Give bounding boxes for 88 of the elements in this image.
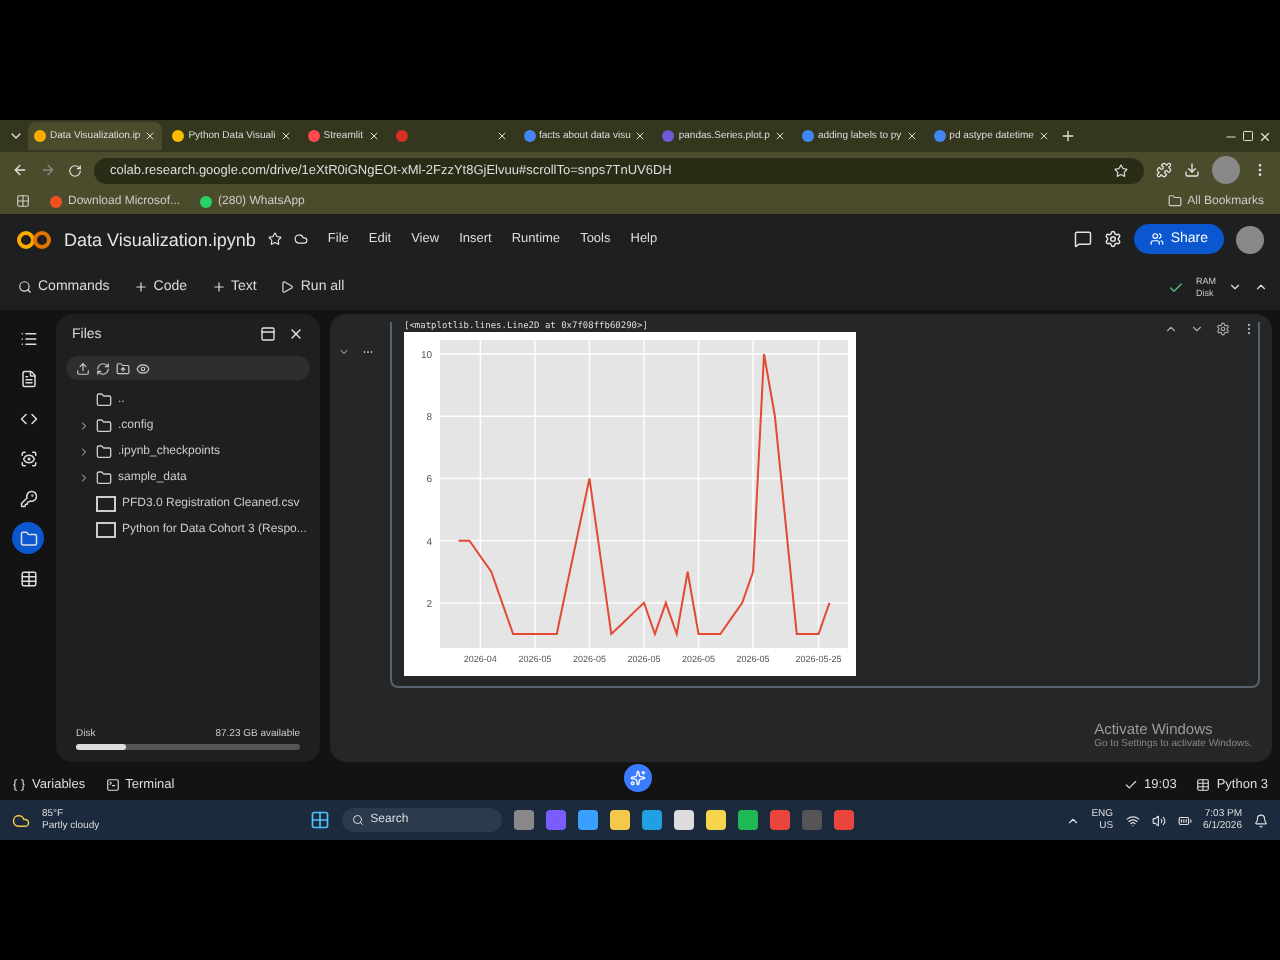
folder-icon bbox=[19, 529, 37, 547]
battery-icon[interactable] bbox=[1177, 813, 1192, 827]
profile-avatar[interactable] bbox=[1212, 156, 1240, 184]
close-icon[interactable] bbox=[495, 130, 507, 142]
search-icon bbox=[352, 814, 365, 826]
sparkle-icon bbox=[630, 770, 646, 786]
favicon-icon bbox=[933, 130, 946, 142]
refresh-icon[interactable] bbox=[96, 361, 110, 375]
move-up-icon[interactable] bbox=[1164, 322, 1178, 336]
plus-icon bbox=[211, 280, 226, 294]
check-icon bbox=[1124, 778, 1139, 792]
taskbar-app-icon[interactable] bbox=[706, 810, 727, 830]
settings-icon[interactable] bbox=[1216, 322, 1230, 336]
expand-icon[interactable] bbox=[78, 445, 90, 457]
collapse-icon[interactable] bbox=[1254, 280, 1268, 294]
wifi-icon[interactable] bbox=[1125, 813, 1140, 827]
taskbar-app-icon[interactable] bbox=[738, 810, 759, 830]
folder-icon bbox=[96, 417, 112, 433]
sidebar-button[interactable] bbox=[12, 522, 44, 554]
window-icon[interactable] bbox=[260, 326, 276, 342]
logo-icon bbox=[16, 229, 52, 249]
star-icon[interactable] bbox=[267, 232, 282, 246]
folder-icon[interactable] bbox=[116, 361, 130, 375]
folder-icon bbox=[96, 391, 112, 407]
favicon-icon bbox=[200, 195, 213, 207]
comment-icon[interactable] bbox=[1074, 230, 1093, 248]
close-icon[interactable] bbox=[905, 130, 918, 142]
apps-icon[interactable] bbox=[16, 194, 30, 208]
profile-avatar[interactable] bbox=[1236, 225, 1264, 253]
favicon-icon bbox=[395, 130, 407, 142]
back-icon[interactable] bbox=[12, 162, 28, 178]
start-icon[interactable] bbox=[310, 810, 331, 830]
dropdown-icon[interactable] bbox=[1228, 280, 1242, 294]
notebook-title[interactable]: Data Visualization.ipynb bbox=[64, 229, 256, 249]
folder-icon bbox=[1167, 194, 1182, 208]
braces-icon bbox=[12, 778, 26, 792]
reload-icon[interactable] bbox=[68, 163, 82, 177]
runtime-icon bbox=[1196, 778, 1211, 792]
new-tab-icon[interactable] bbox=[1059, 128, 1076, 144]
expand-icon[interactable] bbox=[78, 471, 90, 483]
favicon-icon bbox=[662, 130, 675, 142]
volume-icon[interactable] bbox=[1151, 813, 1166, 827]
taskbar-app-icon[interactable] bbox=[642, 810, 663, 830]
favicon-icon bbox=[801, 130, 814, 142]
table-icon bbox=[19, 569, 37, 587]
tray-icon[interactable] bbox=[1065, 813, 1080, 827]
download-icon[interactable] bbox=[1184, 162, 1200, 178]
code-icon bbox=[19, 409, 37, 427]
favicon-icon bbox=[50, 195, 62, 207]
close-icon[interactable] bbox=[144, 130, 157, 142]
favicon-icon bbox=[523, 130, 535, 142]
close-icon[interactable] bbox=[279, 130, 292, 142]
play-icon bbox=[280, 280, 295, 294]
expand-icon[interactable] bbox=[78, 419, 90, 431]
favicon-icon bbox=[307, 130, 320, 142]
list-icon bbox=[19, 329, 37, 347]
close-icon[interactable] bbox=[1258, 129, 1272, 143]
notification-icon[interactable] bbox=[1254, 813, 1268, 827]
people-icon bbox=[1150, 232, 1165, 246]
folder-icon bbox=[96, 469, 112, 485]
close-icon[interactable] bbox=[634, 130, 647, 142]
close-icon[interactable] bbox=[773, 130, 786, 142]
maximize-icon[interactable] bbox=[1242, 130, 1254, 142]
sparkle-button[interactable] bbox=[624, 764, 652, 792]
eye-icon bbox=[19, 449, 37, 467]
move-down-icon[interactable] bbox=[1190, 322, 1204, 336]
close-icon[interactable] bbox=[367, 130, 379, 142]
cloud-icon bbox=[293, 232, 308, 246]
taskbar-app-icon[interactable] bbox=[578, 810, 599, 830]
document-icon bbox=[19, 369, 37, 387]
taskbar-app-icon[interactable] bbox=[674, 810, 695, 830]
favicon-icon bbox=[172, 130, 185, 142]
terminal-icon bbox=[105, 778, 120, 792]
extensions-icon[interactable] bbox=[1156, 162, 1172, 178]
check-icon bbox=[1168, 279, 1184, 295]
bookmark-star-icon[interactable] bbox=[1114, 163, 1128, 177]
weather-icon[interactable] bbox=[12, 811, 30, 829]
taskbar-app-icon[interactable] bbox=[610, 810, 631, 830]
eye-icon[interactable] bbox=[136, 361, 150, 375]
tab-list-icon[interactable] bbox=[8, 128, 24, 144]
favicon-icon bbox=[34, 130, 46, 142]
search-icon bbox=[18, 280, 32, 294]
close-icon[interactable] bbox=[288, 326, 304, 342]
key-icon bbox=[19, 489, 37, 507]
folder-icon bbox=[96, 443, 112, 459]
upload-icon[interactable] bbox=[76, 361, 90, 375]
close-icon[interactable] bbox=[1037, 130, 1050, 142]
plus-icon bbox=[133, 280, 148, 294]
